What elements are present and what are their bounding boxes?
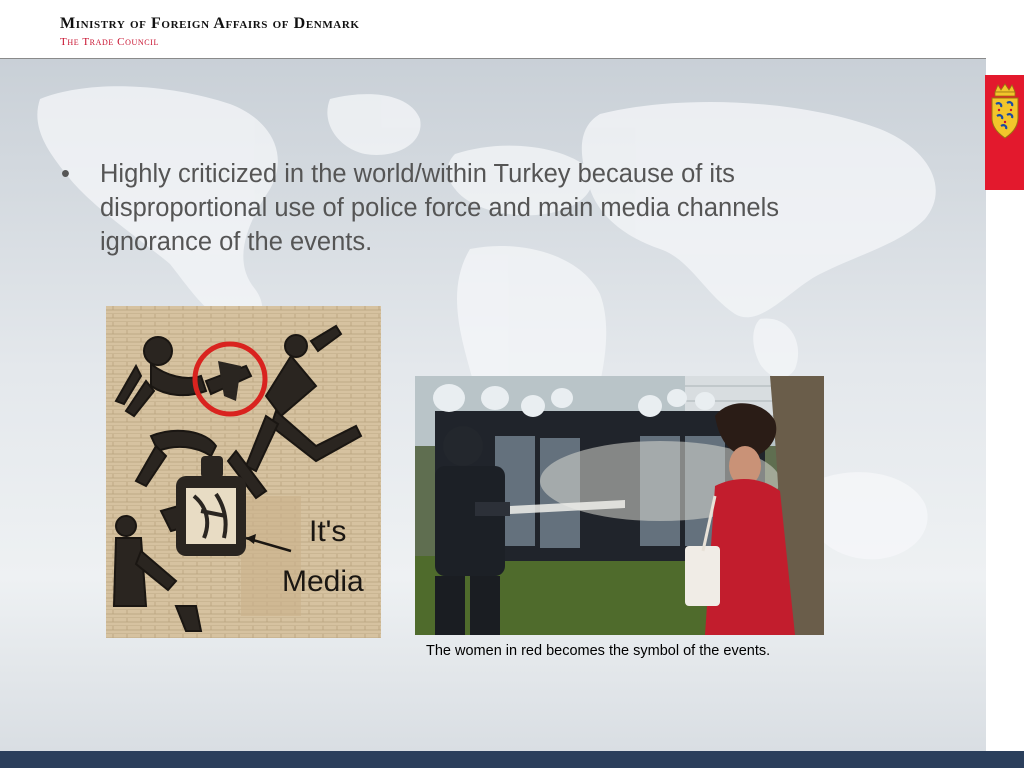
header-bar: Ministry of Foreign Affairs of Denmark T… (0, 0, 1024, 58)
danish-coat-of-arms-icon (991, 83, 1019, 139)
protest-photo-image (415, 376, 824, 635)
ministry-title: Ministry of Foreign Affairs of Denmark (60, 15, 360, 32)
cartoon-its-label: It's (309, 515, 346, 548)
photo-caption: The women in red becomes the symbol of t… (426, 643, 771, 659)
cartoon-media-label: Media (282, 565, 364, 598)
footer-bar (0, 751, 1024, 768)
bullet-text: Highly criticized in the world/within Tu… (100, 160, 779, 256)
bullet-marker: • (61, 160, 70, 188)
media-cartoon-image: It's Media (106, 306, 381, 638)
cartoon-illustration: It's Media (106, 306, 381, 638)
protest-scene (415, 376, 824, 635)
trade-council-subtitle: The Trade Council (60, 36, 159, 48)
